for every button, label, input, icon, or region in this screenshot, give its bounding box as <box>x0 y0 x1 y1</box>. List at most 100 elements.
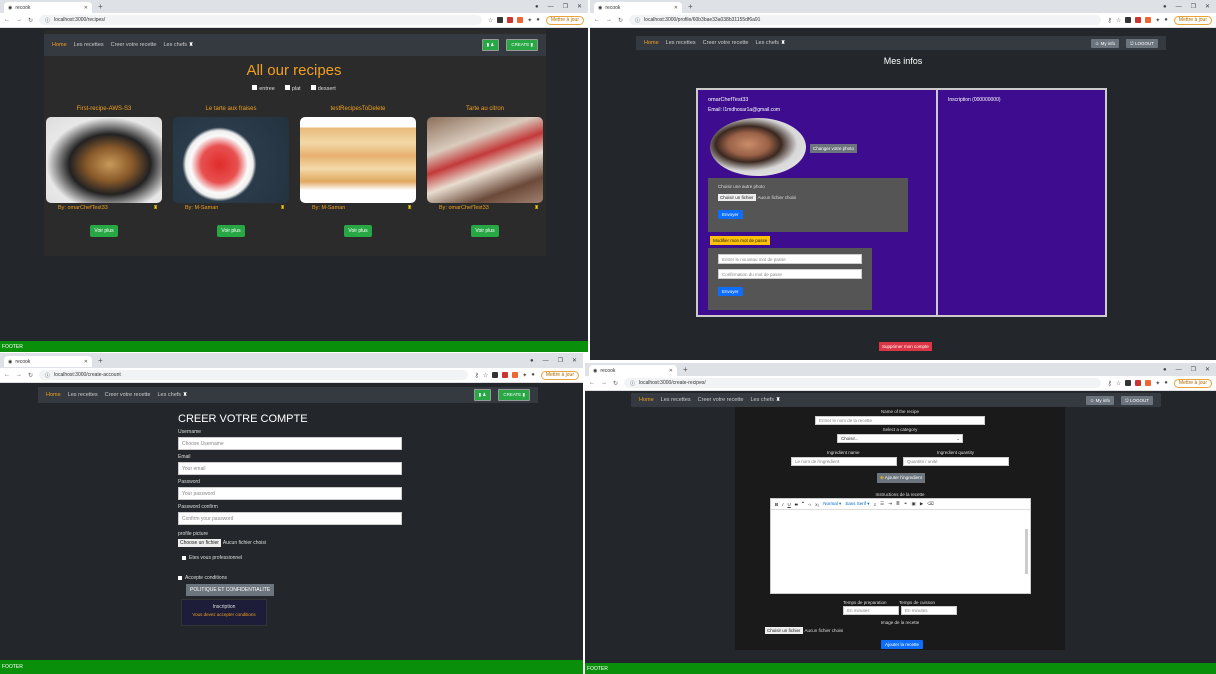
nav-chefs[interactable]: Les chefs ♜ <box>756 40 786 46</box>
nav-recettes[interactable]: Les recettes <box>666 40 696 46</box>
extension-icon[interactable] <box>1145 380 1152 386</box>
extension-icon[interactable] <box>512 372 519 378</box>
submit-recipe-button[interactable]: Ajouter la recette <box>881 640 924 649</box>
profile-button[interactable]: ▮ ♟ <box>481 39 500 51</box>
extension-icon[interactable] <box>517 17 524 23</box>
font-select[interactable]: Sans Serif ▾ <box>845 501 869 507</box>
new-tab-icon[interactable]: + <box>688 2 693 11</box>
avatar-icon[interactable]: ● <box>536 17 540 23</box>
create-button[interactable]: CREATE ▮ <box>498 389 530 401</box>
recipe-title[interactable]: testRecipesToDelete <box>298 106 418 112</box>
scrollbar[interactable] <box>1025 529 1028 574</box>
nav-chefs[interactable]: Les chefs ♜ <box>751 397 781 403</box>
bold-icon[interactable]: B <box>775 502 778 507</box>
reload-icon[interactable]: ↻ <box>28 17 33 24</box>
align-icon[interactable]: ≣ <box>896 501 900 507</box>
recipe-title[interactable]: Tarte au citron <box>425 106 545 112</box>
update-button[interactable]: Mettre à jour <box>545 15 584 25</box>
recipe-image[interactable] <box>173 117 289 203</box>
send-password-button[interactable]: Envoyer <box>718 287 743 296</box>
nav-home[interactable]: Home <box>52 42 67 48</box>
update-button[interactable]: Mettre à jour <box>1173 378 1212 388</box>
back-icon[interactable]: ← <box>4 17 10 23</box>
forward-icon[interactable]: → <box>606 17 612 23</box>
nav-creer[interactable]: Creer votre recette <box>698 397 744 403</box>
key-icon[interactable]: ⚷ <box>1107 380 1111 387</box>
maximize-icon[interactable]: ❐ <box>1191 3 1196 10</box>
url-field[interactable]: ⓘ localhost:3000/profile/60b3bae33a038b31… <box>629 15 1102 25</box>
ingredient-qty-input[interactable]: Quantité / unité <box>903 457 1009 466</box>
nav-home[interactable]: Home <box>46 392 61 398</box>
extension-icon[interactable] <box>507 17 514 23</box>
recipe-image[interactable] <box>427 117 543 203</box>
recipe-author[interactable]: By: M-Saman <box>185 205 218 211</box>
extension-icon[interactable] <box>492 372 499 378</box>
inscription-button[interactable]: Inscription Vous devez accepter conditio… <box>181 599 267 626</box>
file-button[interactable]: Choose un fichier <box>178 539 221 547</box>
confirm-password-input[interactable]: Confirm your password <box>178 512 402 525</box>
forward-icon[interactable]: → <box>601 380 607 386</box>
minimize-icon[interactable]: — <box>543 358 549 364</box>
reload-icon[interactable]: ↻ <box>613 380 618 387</box>
nav-creer[interactable]: Creer votre recette <box>105 392 151 398</box>
recipe-name-input[interactable]: Entrer le nom de la recette <box>815 416 985 425</box>
strike-icon[interactable]: S <box>795 502 798 507</box>
accept-checkbox[interactable]: Accepte conditions <box>178 575 402 581</box>
close-tab-icon[interactable]: ✕ <box>84 359 88 365</box>
star-icon[interactable]: ☆ <box>483 372 488 379</box>
close-window-icon[interactable]: ✕ <box>1205 366 1210 373</box>
maximize-icon[interactable]: ❐ <box>563 3 568 10</box>
voir-plus-button[interactable]: Voir plus <box>344 225 372 237</box>
link-icon[interactable]: ⚭ <box>904 501 908 507</box>
nav-recettes[interactable]: Les recettes <box>74 42 104 48</box>
back-icon[interactable]: ← <box>594 17 600 23</box>
update-button[interactable]: Mettre à jour <box>1173 15 1212 25</box>
nav-creer[interactable]: Creer votre recette <box>111 42 157 48</box>
close-tab-icon[interactable]: ✕ <box>669 368 673 374</box>
recipe-author[interactable]: By: omarChefTest33 <box>58 205 108 211</box>
category-select[interactable]: Choisir... ⌄ <box>837 434 963 443</box>
nav-home[interactable]: Home <box>644 40 659 46</box>
nav-chefs[interactable]: Les chefs ♜ <box>158 392 188 398</box>
key-icon[interactable]: ⚷ <box>1107 17 1111 24</box>
recipe-title[interactable]: First-recipe-AWS-S3 <box>44 106 164 112</box>
profile-icon[interactable]: ● <box>535 4 539 10</box>
nav-home[interactable]: Home <box>639 397 654 403</box>
subscript-icon[interactable]: x₂ <box>815 502 819 507</box>
extension-icon[interactable] <box>1125 17 1132 23</box>
puzzle-icon[interactable]: ✦ <box>522 372 527 379</box>
nav-creer[interactable]: Creer votre recette <box>703 40 749 46</box>
cook-time-input[interactable]: En minutes <box>901 606 957 615</box>
nav-recettes[interactable]: Les recettes <box>661 397 691 403</box>
logout-button[interactable]: ⎋ LOGOUT <box>1126 38 1158 48</box>
maximize-icon[interactable]: ❐ <box>1191 366 1196 373</box>
my-info-button[interactable]: ☺ My info <box>1085 395 1115 405</box>
new-password-input[interactable]: Entrer le nouveau mot de passe <box>718 254 862 264</box>
close-window-icon[interactable]: ✕ <box>572 357 577 364</box>
browser-tab[interactable]: ◉ recook ✕ <box>4 356 92 367</box>
confirm-password-input[interactable]: Confirmation du mot de passe <box>718 269 862 279</box>
profile-icon[interactable]: ● <box>1163 4 1167 10</box>
add-ingredient-button[interactable]: ⊕ Ajouter l'ingredient <box>877 473 925 483</box>
voir-plus-button[interactable]: Voir plus <box>471 225 499 237</box>
new-tab-icon[interactable]: + <box>98 2 103 11</box>
browser-tab[interactable]: ◉ recook ✕ <box>589 365 677 376</box>
avatar-icon[interactable]: ● <box>1164 380 1168 386</box>
new-tab-icon[interactable]: + <box>98 356 103 365</box>
prep-time-input[interactable]: En minutes <box>843 606 899 615</box>
voir-plus-button[interactable]: Voir plus <box>90 225 118 237</box>
key-icon[interactable]: ⚷ <box>474 372 478 379</box>
back-icon[interactable]: ← <box>4 372 10 378</box>
recipe-author[interactable]: By: M-Saman <box>312 205 345 211</box>
password-input[interactable]: Your password <box>178 487 402 500</box>
recipe-image[interactable] <box>46 117 162 203</box>
change-photo-button[interactable]: Changer votre photo <box>810 144 858 153</box>
pro-checkbox[interactable]: Etes vous professionnel <box>182 555 402 561</box>
file-button[interactable]: Choisir un fichier <box>765 627 803 634</box>
extension-icon[interactable] <box>1135 380 1142 386</box>
modify-password-button[interactable]: Modifier mon mot de passe <box>710 236 771 245</box>
ingredient-name-input[interactable]: Le nom de l'ingredient <box>791 457 897 466</box>
close-tab-icon[interactable]: ✕ <box>674 5 678 11</box>
profile-button[interactable]: ▮ ♟ <box>473 389 492 401</box>
ordered-list-icon[interactable]: ☰ <box>880 501 884 507</box>
